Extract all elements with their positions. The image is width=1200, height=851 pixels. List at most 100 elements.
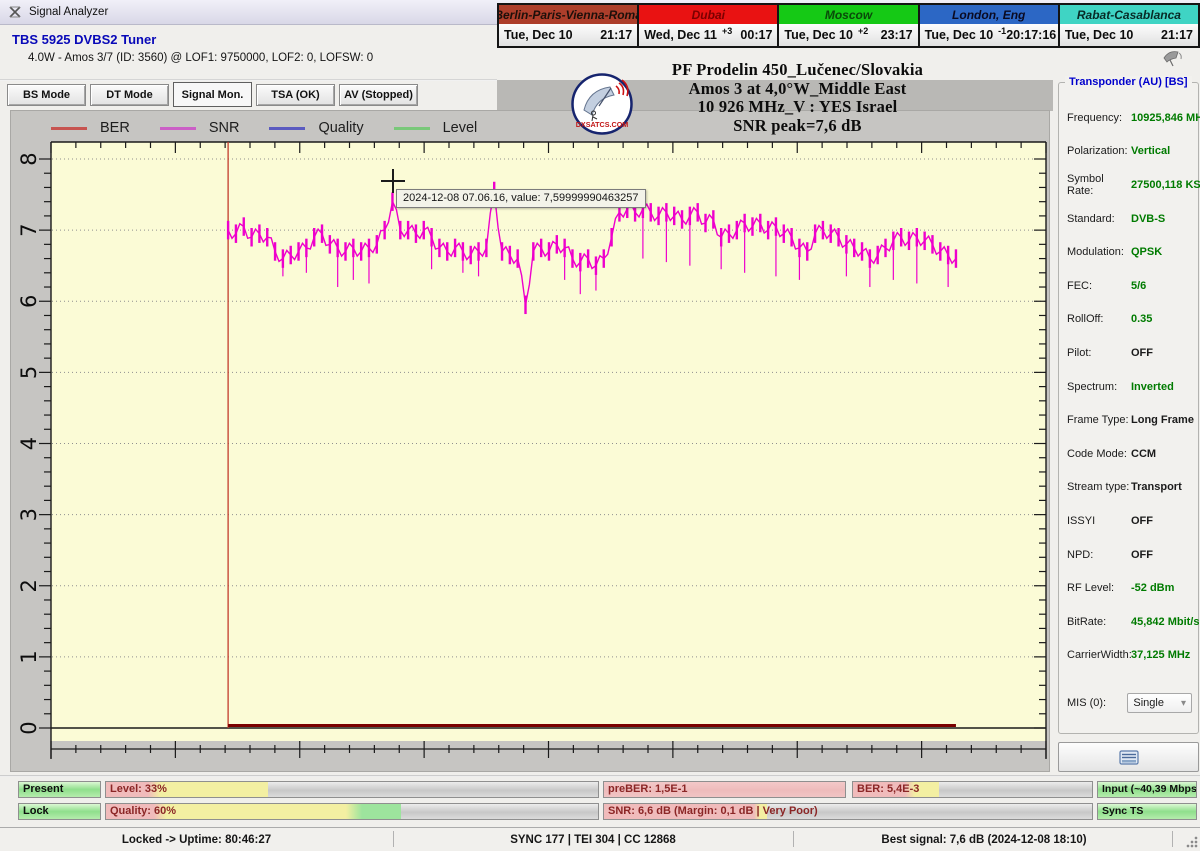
field-carrier-width: CarrierWidth:37,125 MHz xyxy=(1067,639,1194,673)
status-lock-uptime: Locked -> Uptime: 80:46:27 xyxy=(0,828,393,851)
field-rf-level: RF Level:-52 dBm xyxy=(1067,571,1194,605)
clock-london: London, Eng Tue, Dec 10 -120:17:16 xyxy=(920,5,1060,46)
svg-text:DXSATCS.COM: DXSATCS.COM xyxy=(576,120,629,129)
clock-time: 00:17 xyxy=(740,28,772,42)
chart-legend: BER SNR Quality Level xyxy=(51,118,477,138)
field-polarization: Polarization:Vertical xyxy=(1067,135,1194,169)
present-indicator: Present xyxy=(18,781,101,798)
satellite-dish-icon xyxy=(1160,49,1186,67)
sync-ts-indicator: Sync TS xyxy=(1097,803,1197,820)
snr-legend-swatch xyxy=(160,127,196,130)
level-progressbar: Level: 33% xyxy=(105,781,599,798)
snr-legend-label: SNR xyxy=(209,120,240,136)
clock-offset: -1 xyxy=(998,26,1006,36)
svg-text:2: 2 xyxy=(17,579,41,592)
field-fec: FEC:5/6 xyxy=(1067,269,1194,303)
field-stream-type: Stream type:Transport xyxy=(1067,471,1194,505)
field-code-mode: Code Mode:CCM xyxy=(1067,437,1194,471)
clock-berlin: Berlin-Paris-Vienna-Roma Tue, Dec 10 21:1… xyxy=(499,5,639,46)
clock-time: 21:17 xyxy=(600,28,632,42)
svg-text:6: 6 xyxy=(17,295,41,308)
field-symbol-rate: Symbol Rate:27500,118 KS/s xyxy=(1067,168,1194,202)
status-bar: Locked -> Uptime: 80:46:27 SYNC 177 | TE… xyxy=(0,827,1200,850)
field-pilot: Pilot:OFF xyxy=(1067,336,1194,370)
clock-date: Wed, Dec 11 xyxy=(644,28,717,42)
clock-time: 21:17 xyxy=(1161,28,1193,42)
clock-time: 23:17 xyxy=(881,28,913,42)
clock-offset: +3 xyxy=(722,26,732,36)
mis-label: MIS (0): xyxy=(1067,697,1127,709)
clock-city-label: Rabat-Casablanca xyxy=(1060,5,1198,24)
field-mis: MIS (0): Single ▾ xyxy=(1067,693,1192,713)
chart-tooltip: 2024-12-08 07.06.16, value: 7,5999999046… xyxy=(396,189,646,208)
resize-grip[interactable] xyxy=(1185,835,1198,848)
mode-button-bar: BS Mode DT Mode Signal Mon. TSA (OK) AV … xyxy=(7,84,418,107)
clock-city-label: Moscow xyxy=(779,5,917,24)
svg-text:7: 7 xyxy=(17,223,41,236)
transponder-panel: Transponder (AU) [BS] Frequency:10925,84… xyxy=(1058,82,1199,734)
transponder-panel-title: Transponder (AU) [BS] xyxy=(1065,76,1192,88)
status-sync-counters: SYNC 177 | TEI 304 | CC 12868 xyxy=(393,828,793,851)
field-frequency: Frequency:10925,846 MHz xyxy=(1067,101,1194,135)
field-bitrate: BitRate:45,842 Mbit/s xyxy=(1067,605,1194,639)
clock-date: Tue, Dec 10 xyxy=(925,28,994,42)
clock-rabat: Rabat-Casablanca Tue, Dec 10 21:17 xyxy=(1060,5,1198,46)
bs-mode-button[interactable]: BS Mode xyxy=(7,84,86,106)
status-best-signal: Best signal: 7,6 dB (2024-12-08 18:10) xyxy=(793,828,1175,851)
clock-dubai: Dubai Wed, Dec 11 +3 00:17 xyxy=(639,5,779,46)
lock-indicator: Lock xyxy=(18,803,101,820)
clock-date: Tue, Dec 10 xyxy=(1065,28,1134,42)
clock-city-label: Dubai xyxy=(639,5,777,24)
level-legend-label: Level xyxy=(443,120,478,136)
divider xyxy=(0,775,1200,777)
svg-text:3: 3 xyxy=(17,508,41,521)
quality-legend-swatch xyxy=(269,127,305,130)
clock-city-label: Berlin-Paris-Vienna-Roma xyxy=(499,5,637,24)
list-icon xyxy=(1119,750,1139,765)
quality-progressbar: Quality: 60% xyxy=(105,803,599,820)
field-npd: NPD:OFF xyxy=(1067,538,1194,572)
clock-date: Tue, Dec 10 xyxy=(784,28,853,42)
tsa-button[interactable]: TSA (OK) xyxy=(256,84,335,106)
world-clock-table: Berlin-Paris-Vienna-Roma Tue, Dec 10 21:1… xyxy=(497,3,1200,48)
signal-chart-panel: BER SNR Quality Level 012345678 2024-12-… xyxy=(10,110,1050,772)
field-modulation: Modulation:QPSK xyxy=(1067,235,1194,269)
clock-offset: +2 xyxy=(858,26,868,36)
transponder-tool-button[interactable] xyxy=(1058,742,1199,772)
transponder-fields: Frequency:10925,846 MHz Polarization:Ver… xyxy=(1067,101,1194,672)
level-legend-swatch xyxy=(394,127,430,130)
clock-time: 20:17:16 xyxy=(1006,28,1056,42)
mis-value: Single xyxy=(1133,697,1164,709)
ber-progressbar: BER: 5,4E-3 xyxy=(852,781,1093,798)
svg-text:0: 0 xyxy=(17,721,41,734)
svg-text:5: 5 xyxy=(17,366,41,379)
preber-progressbar: preBER: 1,5E-1 xyxy=(603,781,846,798)
app-icon xyxy=(7,4,23,20)
field-standard: Standard:DVB-S xyxy=(1067,202,1194,236)
divider xyxy=(0,79,497,81)
clock-city-label: London, Eng xyxy=(920,5,1058,24)
input-indicator: Input (~40,39 Mbps) xyxy=(1097,781,1197,798)
svg-text:1: 1 xyxy=(17,650,41,663)
snr-progressbar: SNR: 6,6 dB (Margin: 0,1 dB | Very Poor) xyxy=(603,803,1093,820)
clock-date: Tue, Dec 10 xyxy=(504,28,573,42)
av-button[interactable]: AV (Stopped) xyxy=(339,84,418,106)
tuner-config: 4.0W - Amos 3/7 (ID: 3560) @ LOF1: 97500… xyxy=(28,52,373,64)
signal-mon-button[interactable]: Signal Mon. xyxy=(173,82,252,107)
dt-mode-button[interactable]: DT Mode xyxy=(90,84,169,106)
clock-moscow: Moscow Tue, Dec 10 +2 23:17 xyxy=(779,5,919,46)
window-title: Signal Analyzer xyxy=(29,6,108,18)
ber-legend-swatch xyxy=(51,127,87,130)
mis-select[interactable]: Single ▾ xyxy=(1127,693,1192,713)
field-rolloff: RollOff:0.35 xyxy=(1067,303,1194,337)
signal-chart[interactable]: 012345678 xyxy=(11,111,1049,771)
field-frame-type: Frame Type:Long Frame xyxy=(1067,403,1194,437)
field-spectrum: Spectrum:Inverted xyxy=(1067,370,1194,404)
ber-legend-label: BER xyxy=(100,120,130,136)
chevron-down-icon: ▾ xyxy=(1181,698,1186,709)
svg-text:8: 8 xyxy=(17,152,41,165)
tuner-name: TBS 5925 DVBS2 Tuner xyxy=(12,32,156,47)
dxsatcs-logo: DXSATCS.COM xyxy=(570,72,634,136)
field-issyi: ISSYIOFF xyxy=(1067,504,1194,538)
quality-legend-label: Quality xyxy=(318,120,363,136)
